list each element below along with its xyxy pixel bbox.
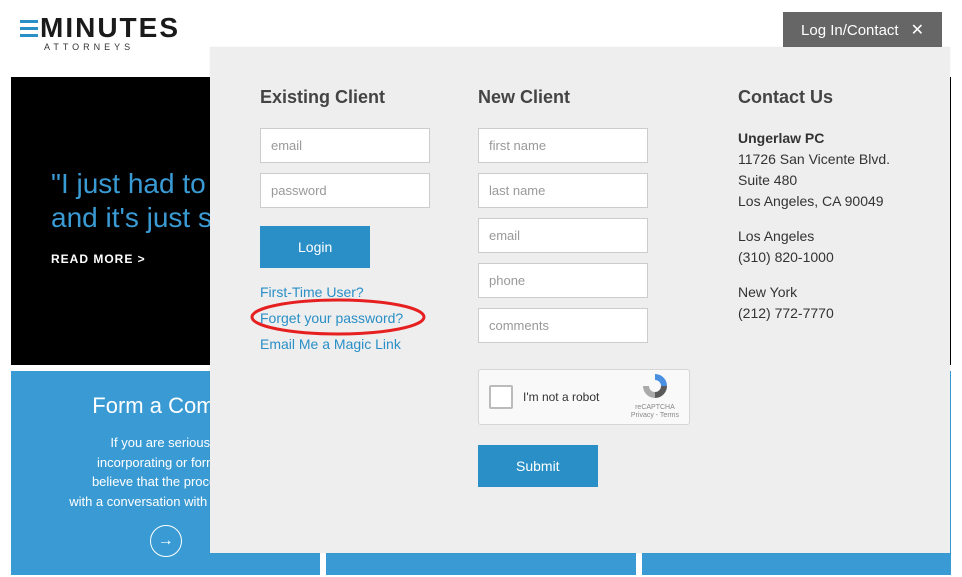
existing-client-column: Existing Client Login First-Time User? F… bbox=[260, 87, 430, 503]
recaptcha-brand: reCAPTCHA bbox=[631, 404, 679, 412]
first-time-user-link[interactable]: First-Time User? bbox=[260, 284, 430, 300]
arrow-right-icon: → bbox=[150, 525, 182, 557]
recaptcha-badge: reCAPTCHA Privacy - Terms bbox=[631, 373, 679, 420]
contact-heading: Contact Us bbox=[738, 87, 910, 108]
comments-field[interactable] bbox=[478, 308, 648, 343]
existing-client-heading: Existing Client bbox=[260, 87, 430, 108]
email-field[interactable] bbox=[260, 128, 430, 163]
read-more-link[interactable]: READ MORE > bbox=[51, 252, 146, 266]
logo[interactable]: MINUTES ATTORNEYS bbox=[20, 12, 180, 52]
contact-addr3: Los Angeles, CA 90049 bbox=[738, 193, 884, 209]
contact-la: Los Angeles (310) 820-1000 bbox=[738, 226, 910, 268]
phone-field[interactable] bbox=[478, 263, 648, 298]
recaptcha-logo-icon bbox=[642, 373, 668, 399]
new-email-field[interactable] bbox=[478, 218, 648, 253]
logo-bars-icon bbox=[20, 20, 38, 37]
contact-ny-label: New York bbox=[738, 284, 797, 300]
logo-text: MINUTES bbox=[40, 12, 180, 44]
magic-link[interactable]: Email Me a Magic Link bbox=[260, 336, 430, 352]
recaptcha-terms: Privacy - Terms bbox=[631, 412, 679, 420]
contact-la-phone: (310) 820-1000 bbox=[738, 249, 834, 265]
close-icon: ✕ bbox=[911, 23, 924, 39]
contact-ny-phone: (212) 772-7770 bbox=[738, 305, 834, 321]
login-contact-panel: Existing Client Login First-Time User? F… bbox=[210, 47, 950, 553]
contact-addr2: Suite 480 bbox=[738, 172, 797, 188]
password-field[interactable] bbox=[260, 173, 430, 208]
forgot-password-link[interactable]: Forget your password? bbox=[260, 310, 403, 326]
contact-addr1: 11726 San Vicente Blvd. bbox=[738, 151, 890, 167]
login-contact-button[interactable]: Log In/Contact ✕ bbox=[783, 12, 942, 49]
submit-button[interactable]: Submit bbox=[478, 445, 598, 487]
contact-company: Ungerlaw PC bbox=[738, 130, 824, 146]
contact-column: Contact Us Ungerlaw PC 11726 San Vicente… bbox=[738, 87, 910, 503]
recaptcha-label: I'm not a robot bbox=[523, 390, 621, 404]
login-button[interactable]: Login bbox=[260, 226, 370, 268]
logo-subtitle: ATTORNEYS bbox=[44, 42, 134, 52]
contact-la-label: Los Angeles bbox=[738, 228, 814, 244]
first-name-field[interactable] bbox=[478, 128, 648, 163]
new-client-column: New Client I'm not a robot reCAPTCHA Pri… bbox=[478, 87, 690, 503]
logo-main: MINUTES bbox=[20, 12, 180, 44]
recaptcha-checkbox[interactable] bbox=[489, 385, 513, 409]
contact-ny: New York (212) 772-7770 bbox=[738, 282, 910, 324]
last-name-field[interactable] bbox=[478, 173, 648, 208]
contact-address: Ungerlaw PC 11726 San Vicente Blvd. Suit… bbox=[738, 128, 910, 212]
recaptcha-widget[interactable]: I'm not a robot reCAPTCHA Privacy - Term… bbox=[478, 369, 690, 425]
new-client-heading: New Client bbox=[478, 87, 690, 108]
login-contact-label: Log In/Contact bbox=[801, 22, 899, 39]
